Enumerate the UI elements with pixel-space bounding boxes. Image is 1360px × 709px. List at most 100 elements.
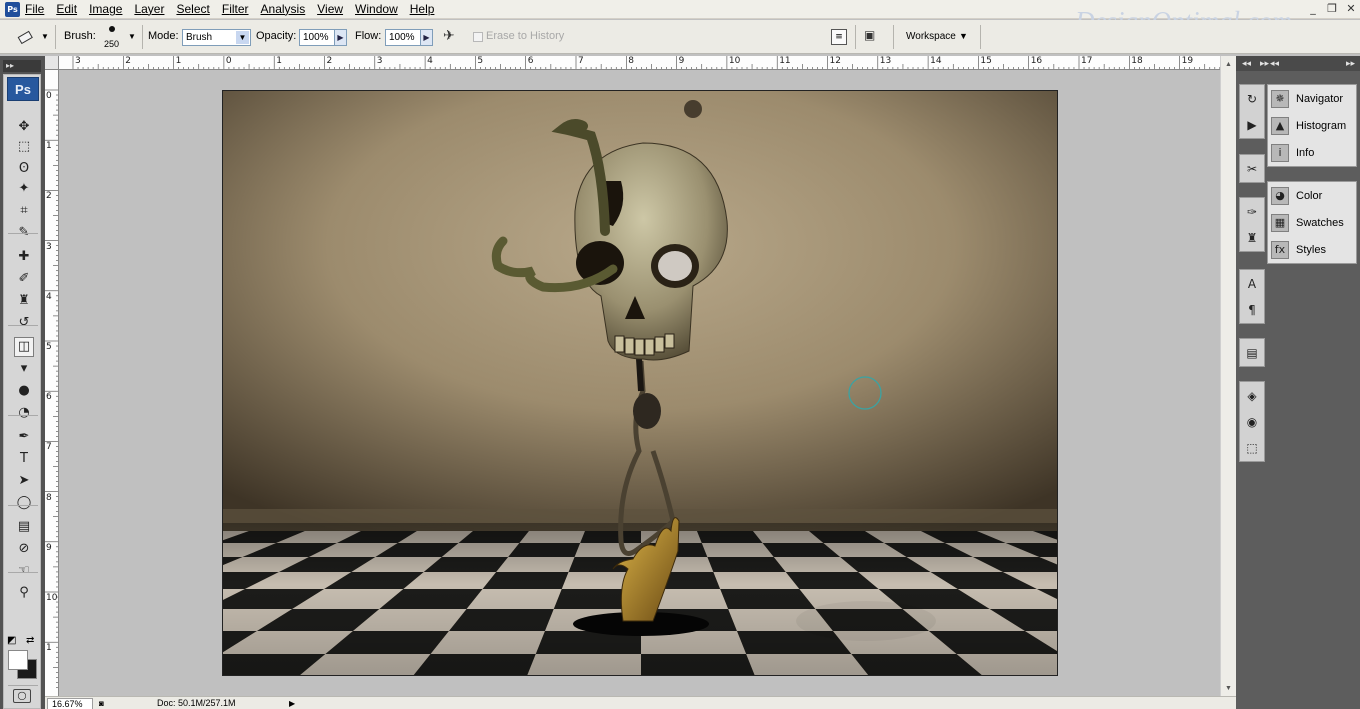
- zoom-field[interactable]: 16.67%: [47, 698, 93, 709]
- marquee-tool-icon[interactable]: ⬚: [14, 137, 34, 157]
- tool-divider: [8, 233, 38, 234]
- bridge-icon[interactable]: ▣: [864, 28, 886, 46]
- panel-histogram[interactable]: ▲ Histogram: [1268, 112, 1356, 139]
- clone-source-icon[interactable]: ♜: [1240, 226, 1264, 250]
- workspace-dropdown-icon[interactable]: ▼: [959, 30, 968, 43]
- document-canvas[interactable]: [222, 90, 1058, 676]
- zoom-tool-icon[interactable]: ⚲: [14, 583, 34, 603]
- menu-file[interactable]: File: [25, 3, 44, 16]
- dock-expand-icon[interactable]: ▸▸: [1346, 57, 1355, 70]
- history-brush-tool-icon[interactable]: ↺: [14, 313, 34, 333]
- history-panel-icon[interactable]: ↻: [1240, 87, 1264, 111]
- layers-panel-icon[interactable]: ◈: [1240, 384, 1264, 408]
- pen-tool-icon[interactable]: ✒: [14, 427, 34, 447]
- ruler-origin[interactable]: [45, 56, 59, 70]
- restore-button[interactable]: ❐: [1324, 2, 1340, 16]
- crop-tool-icon[interactable]: ⌗: [14, 201, 34, 221]
- close-button[interactable]: ✕: [1343, 2, 1359, 16]
- menu-select[interactable]: Select: [176, 3, 209, 16]
- panel-color[interactable]: ◕ Color: [1268, 182, 1356, 209]
- ruler-left-label: 8: [46, 492, 52, 503]
- flow-slider-button[interactable]: ▶: [420, 29, 433, 46]
- dock-collapse-icon[interactable]: ◂◂: [1270, 57, 1279, 70]
- dodge-tool-icon[interactable]: ◔: [14, 403, 34, 423]
- menu-window[interactable]: Window: [355, 3, 398, 16]
- ruler-top-label: 1: [276, 56, 282, 66]
- paths-panel-icon[interactable]: ⬚: [1240, 436, 1264, 460]
- preset-dropdown-arrow[interactable]: ▼: [41, 30, 49, 43]
- move-tool-icon[interactable]: ✥: [14, 117, 34, 137]
- paint-bucket-tool-icon[interactable]: ▾: [14, 359, 34, 379]
- paragraph-panel-icon[interactable]: ¶: [1240, 298, 1264, 322]
- menu-layer[interactable]: Layer: [134, 3, 164, 16]
- hand-tool-icon[interactable]: ☜: [14, 561, 34, 581]
- expand-icon[interactable]: ▸▸: [1260, 57, 1269, 70]
- scroll-up-button[interactable]: ▲: [1222, 58, 1235, 71]
- chevron-down-icon: ▼: [236, 31, 249, 44]
- dock-header: ◂◂ ▸▸ ◂◂ ▸▸: [1236, 56, 1360, 71]
- erase-to-history-checkbox[interactable]: [473, 32, 483, 42]
- opacity-slider-button[interactable]: ▶: [334, 29, 347, 46]
- quick-mask-icon[interactable]: ◯: [13, 689, 31, 703]
- menu-edit[interactable]: Edit: [56, 3, 77, 16]
- eraser-preset-icon[interactable]: [16, 29, 36, 45]
- status-arrow-icon[interactable]: ▶: [289, 698, 295, 709]
- tool-presets-icon[interactable]: ✂: [1240, 157, 1264, 181]
- vertical-ruler[interactable]: 0 1 2 3 4 5 6 7 8 9 10 1: [45, 70, 59, 696]
- eraser-tool-icon[interactable]: ◫: [14, 337, 34, 357]
- panel-swatches[interactable]: ▦ Swatches: [1268, 209, 1356, 236]
- scroll-down-button[interactable]: ▼: [1222, 682, 1235, 695]
- vertical-scrollbar[interactable]: ▲ ▼: [1220, 56, 1236, 696]
- collapse-icon[interactable]: ◂◂: [1242, 57, 1251, 70]
- workspace-button[interactable]: Workspace: [906, 30, 956, 43]
- path-selection-tool-icon[interactable]: ➤: [14, 471, 34, 491]
- ps-logo: Ps: [7, 77, 39, 101]
- ruler-top-label: 14: [930, 56, 942, 66]
- status-menu-icon[interactable]: ◙: [99, 698, 111, 709]
- artwork-image: [223, 91, 1057, 675]
- brushes-panel-icon[interactable]: ✑: [1240, 200, 1264, 224]
- airbrush-icon[interactable]: ✈: [443, 28, 465, 46]
- blur-tool-icon[interactable]: ●: [14, 381, 34, 401]
- ruler-top-label: 18: [1131, 56, 1143, 66]
- flow-label: Flow:: [355, 30, 382, 42]
- magic-wand-tool-icon[interactable]: ✦: [14, 179, 34, 199]
- lasso-tool-icon[interactable]: ʘ: [14, 159, 34, 179]
- brush-dropdown-arrow[interactable]: ▼: [128, 30, 136, 43]
- clone-stamp-tool-icon[interactable]: ♜: [14, 291, 34, 311]
- shape-tool-icon[interactable]: ◯: [14, 493, 34, 513]
- flow-input[interactable]: 100%: [385, 29, 421, 46]
- photoshop-app-icon[interactable]: Ps: [5, 2, 20, 17]
- menu-analysis[interactable]: Analysis: [261, 3, 306, 16]
- panel-navigator[interactable]: ✵ Navigator: [1268, 85, 1356, 112]
- horizontal-ruler[interactable]: 3 2 1 0 1 2 3 4 5 6 7 8 9 10 11 12 13 14 15 16 17 18 19: [45, 56, 1220, 70]
- menu-image[interactable]: Image: [89, 3, 122, 16]
- menu-help[interactable]: Help: [410, 3, 435, 16]
- brush-tool-icon[interactable]: ✐: [14, 269, 34, 289]
- notes-tool-icon[interactable]: ▤: [14, 517, 34, 537]
- brush-picker[interactable]: 250: [100, 24, 126, 52]
- minimize-button[interactable]: _: [1305, 2, 1321, 16]
- panel-info[interactable]: i Info: [1268, 139, 1356, 166]
- mode-select[interactable]: Brush ▼: [182, 29, 251, 46]
- layer-comps-icon[interactable]: ▤: [1240, 341, 1264, 365]
- character-panel-icon[interactable]: A: [1240, 272, 1264, 296]
- foreground-color-swatch[interactable]: [8, 650, 28, 670]
- menu-view[interactable]: View: [317, 3, 343, 16]
- healing-brush-tool-icon[interactable]: ✚: [14, 247, 34, 267]
- panel-styles[interactable]: fx Styles: [1268, 236, 1356, 263]
- actions-panel-icon[interactable]: ▶: [1240, 113, 1264, 137]
- type-tool-icon[interactable]: T: [14, 449, 34, 469]
- ruler-top-label: 9: [678, 56, 685, 66]
- menu-filter[interactable]: Filter: [222, 3, 249, 16]
- swap-colors-icon[interactable]: ⇄: [26, 635, 40, 649]
- default-colors-icon[interactable]: ◩: [7, 635, 21, 649]
- panel-group-navigator: ✵ Navigator ▲ Histogram i Info: [1267, 84, 1357, 167]
- eyedropper-sample-tool-icon[interactable]: ⊘: [14, 539, 34, 559]
- channels-panel-icon[interactable]: ◉: [1240, 410, 1264, 434]
- ruler-top-label: 7: [578, 56, 584, 66]
- toolbox-collapse-bar[interactable]: ▸▸: [3, 60, 41, 72]
- palette-well-icon[interactable]: ≡: [831, 29, 847, 45]
- ruler-top-label: 19: [1181, 56, 1194, 66]
- opacity-input[interactable]: 100%: [299, 29, 335, 46]
